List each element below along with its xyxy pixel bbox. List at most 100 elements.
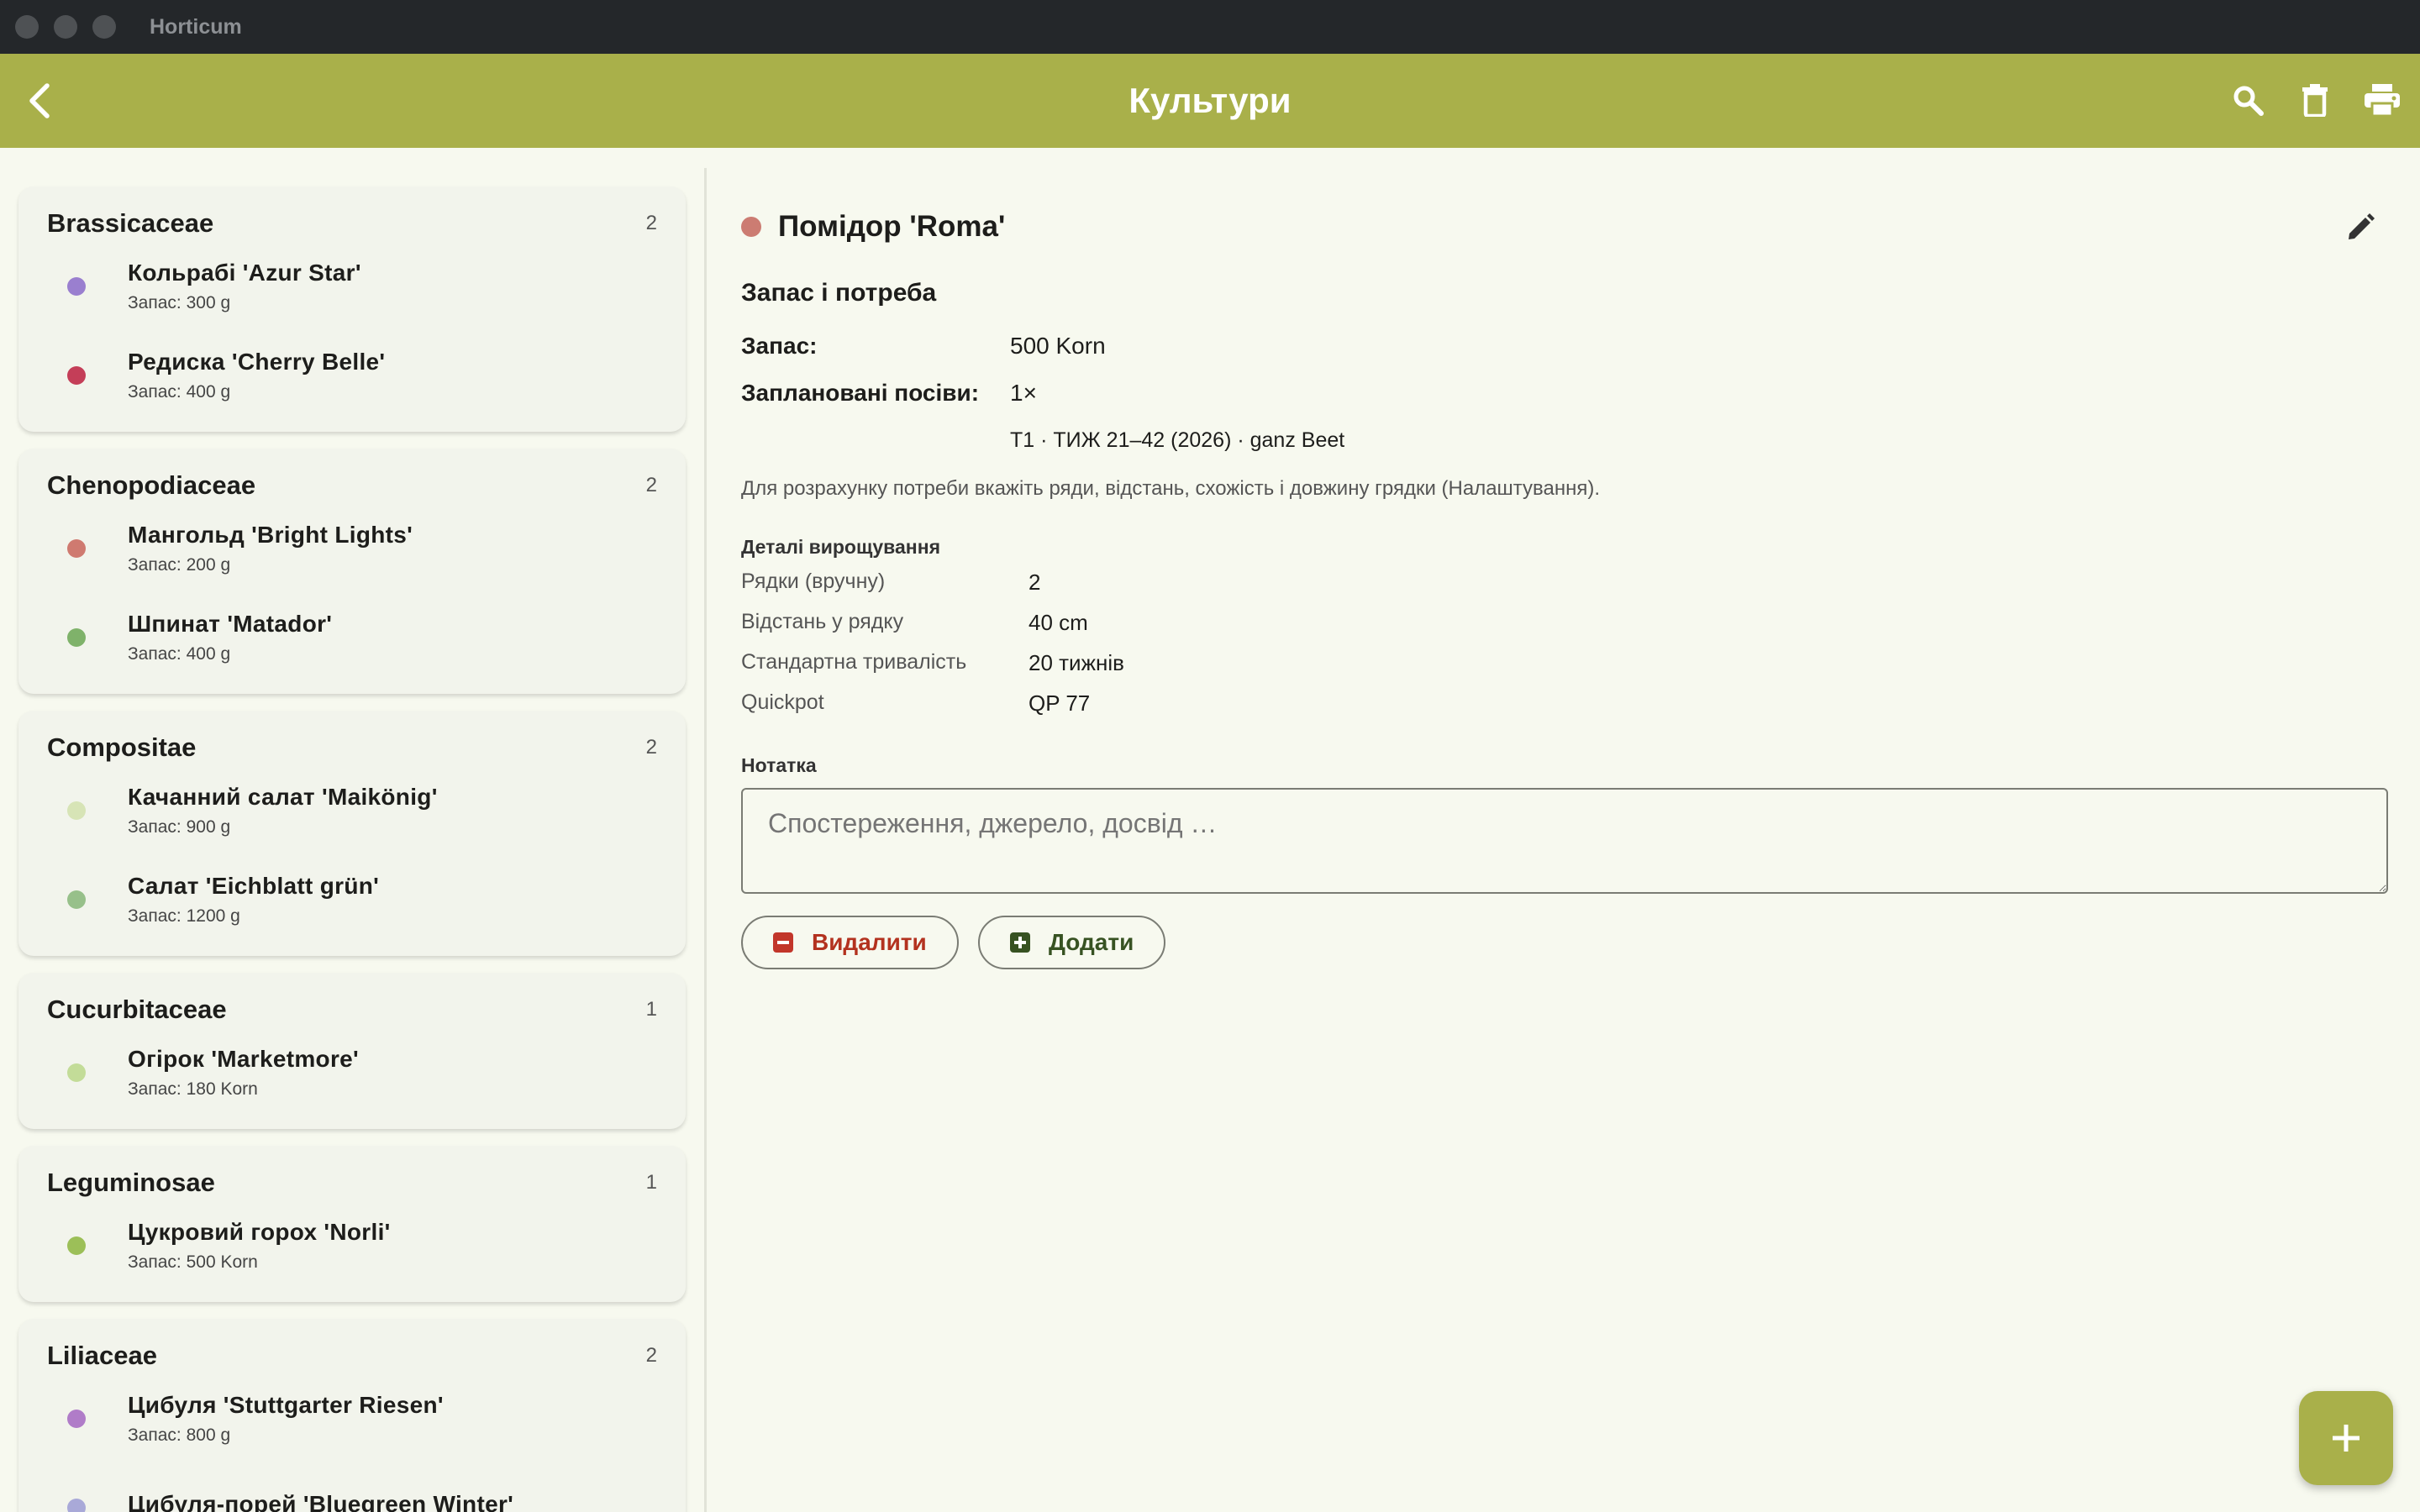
back-button[interactable] xyxy=(15,77,62,124)
crop-list[interactable]: Brassicaceae 2 Кольрабі 'Azur Star' Запас: … xyxy=(0,148,704,1512)
grow-detail-row: Відстань у рядку 40 cm xyxy=(741,610,1088,636)
grow-detail-row: Рядки (вручну) 2 xyxy=(741,570,1040,596)
calculation-hint: Для розрахунку потреби вкажіть ряди, від… xyxy=(741,477,1601,500)
crop-name: Качанний салат 'Maikönig' xyxy=(128,784,438,810)
add-fab-button[interactable] xyxy=(2299,1391,2393,1485)
family-count: 2 xyxy=(645,1344,657,1367)
planned-detail-text: T1 · ТИЖ 21–42 (2026) · ganz Beet xyxy=(1010,428,1345,452)
grow-detail-value: 2 xyxy=(1028,570,1041,595)
planned-detail: T1 · ТИЖ 21–42 (2026) · ganz Beet xyxy=(1010,428,1344,453)
crop-list-item[interactable]: Кольрабі 'Azur Star' Запас: 300 g xyxy=(47,240,657,329)
crop-title: Помідор 'Roma' xyxy=(778,210,1006,243)
family-count: 2 xyxy=(645,212,657,234)
crop-color-dot xyxy=(67,890,86,909)
crop-list-item[interactable]: Цибуля-порей 'Bluegreen Winter' xyxy=(47,1462,657,1512)
grow-detail-row: Стандартна тривалість 20 тижнів xyxy=(741,650,1124,676)
grow-details-title: Деталі вирощування xyxy=(741,536,941,558)
plus-icon xyxy=(2333,1425,2360,1452)
pencil-icon xyxy=(2349,213,2375,239)
crop-list-item[interactable]: Мангольд 'Bright Lights' Запас: 200 g xyxy=(47,502,657,591)
crop-color-dot xyxy=(741,217,761,237)
stock-section-title: Запас і потреба xyxy=(741,279,937,307)
crop-list-item[interactable]: Цибуля 'Stuttgarter Riesen' Запас: 800 g xyxy=(47,1373,657,1462)
family-count: 1 xyxy=(645,1171,657,1194)
family-header: Compositae 2 xyxy=(47,731,657,764)
crop-color-dot xyxy=(67,366,86,385)
crop-stock: Запас: 400 g xyxy=(128,644,231,664)
family-card: Leguminosae 1 Цукровий горох 'Norli' Запас:… xyxy=(18,1146,686,1302)
window-controls xyxy=(15,15,116,39)
note-input[interactable] xyxy=(741,788,2388,894)
crop-name: Мангольд 'Bright Lights' xyxy=(128,522,413,548)
print-button[interactable] xyxy=(2356,74,2408,126)
crop-color-dot xyxy=(67,1499,86,1512)
family-name: Cucurbitaceae xyxy=(47,995,227,1024)
crop-detail: Помідор 'Roma' Запас і потреба Запас: 50… xyxy=(741,148,2388,1512)
grow-detail-label: Стандартна тривалість xyxy=(741,650,967,674)
crop-name: Цибуля 'Stuttgarter Riesen' xyxy=(128,1392,444,1418)
stock-row: Запас: 500 Korn xyxy=(741,333,1106,360)
plus-box-icon xyxy=(1010,932,1030,953)
crop-name: Кольрабі 'Azur Star' xyxy=(128,260,361,286)
family-name: Leguminosae xyxy=(47,1168,215,1197)
family-count: 2 xyxy=(645,736,657,759)
note-label: Нотатка xyxy=(741,754,817,776)
grow-detail-value: QP 77 xyxy=(1028,690,1091,716)
family-card: Cucurbitaceae 1 Огірок 'Marketmore' Запас: … xyxy=(18,973,686,1129)
add-crop-label: Додати xyxy=(1049,929,1134,955)
window-title: Horticum xyxy=(150,14,242,39)
window-titlebar: Horticum xyxy=(0,0,2420,54)
family-header: Chenopodiaceae 2 xyxy=(47,469,657,502)
family-header: Leguminosae 1 xyxy=(47,1166,657,1200)
minimize-window-icon[interactable] xyxy=(54,15,77,39)
grow-detail-value: 40 cm xyxy=(1028,610,1088,635)
delete-button[interactable] xyxy=(2289,74,2341,126)
zoom-window-icon[interactable] xyxy=(92,15,116,39)
crop-name: Огірок 'Marketmore' xyxy=(128,1046,359,1072)
crop-stock: Запас: 180 Korn xyxy=(128,1079,258,1099)
stock-label: Запас: xyxy=(741,333,818,359)
delete-crop-button[interactable]: Видалити xyxy=(741,916,959,969)
crop-list-item[interactable]: Цукровий горох 'Norli' Запас: 500 Korn xyxy=(47,1200,657,1289)
crop-stock: Запас: 300 g xyxy=(128,293,231,312)
add-crop-button[interactable]: Додати xyxy=(978,916,1166,969)
crop-stock: Запас: 500 Korn xyxy=(128,1252,258,1272)
edit-button[interactable] xyxy=(2339,207,2381,249)
grow-detail-label: Quickpot xyxy=(741,690,824,714)
crop-color-dot xyxy=(67,277,86,296)
family-name: Brassicaceae xyxy=(47,208,214,238)
family-header: Cucurbitaceae 1 xyxy=(47,993,657,1026)
grow-detail-label: Відстань у рядку xyxy=(741,610,904,633)
crop-color-dot xyxy=(67,801,86,820)
search-icon xyxy=(2233,86,2264,116)
printer-icon xyxy=(2365,84,2400,117)
planned-row: Заплановані посіви: 1× xyxy=(741,380,1037,407)
crop-list-item[interactable]: Салат 'Eichblatt grün' Запас: 1200 g xyxy=(47,853,657,942)
stock-value: 500 Korn xyxy=(1010,333,1106,359)
crop-list-item[interactable]: Шпинат 'Matador' Запас: 400 g xyxy=(47,591,657,680)
family-count: 1 xyxy=(645,998,657,1021)
crop-list-item[interactable]: Огірок 'Marketmore' Запас: 180 Korn xyxy=(47,1026,657,1116)
crop-color-dot xyxy=(67,539,86,558)
grow-detail-label: Рядки (вручну) xyxy=(741,570,886,593)
crop-color-dot xyxy=(67,628,86,647)
planned-value: 1× xyxy=(1010,380,1037,406)
family-name: Compositae xyxy=(47,732,197,762)
crop-stock: Запас: 400 g xyxy=(128,382,231,402)
family-header: Brassicaceae 2 xyxy=(47,207,657,240)
crop-name: Цибуля-порей 'Bluegreen Winter' xyxy=(128,1491,514,1512)
search-button[interactable] xyxy=(2222,74,2274,126)
crop-list-item[interactable]: Редиска 'Cherry Belle' Запас: 400 g xyxy=(47,329,657,418)
crop-color-dot xyxy=(67,1410,86,1428)
close-window-icon[interactable] xyxy=(15,15,39,39)
crop-stock: Запас: 200 g xyxy=(128,555,231,575)
delete-crop-label: Видалити xyxy=(812,929,927,955)
crop-name: Цукровий горох 'Norli' xyxy=(128,1219,391,1245)
crop-list-item[interactable]: Качанний салат 'Maikönig' Запас: 900 g xyxy=(47,764,657,853)
chevron-left-icon xyxy=(29,83,50,118)
planned-label: Заплановані посіви: xyxy=(741,380,980,406)
crop-stock: Запас: 900 g xyxy=(128,817,231,837)
crop-header: Помідор 'Roma' xyxy=(741,210,1005,244)
grow-detail-row: Quickpot QP 77 xyxy=(741,690,1090,717)
crop-name: Шпинат 'Matador' xyxy=(128,611,333,637)
